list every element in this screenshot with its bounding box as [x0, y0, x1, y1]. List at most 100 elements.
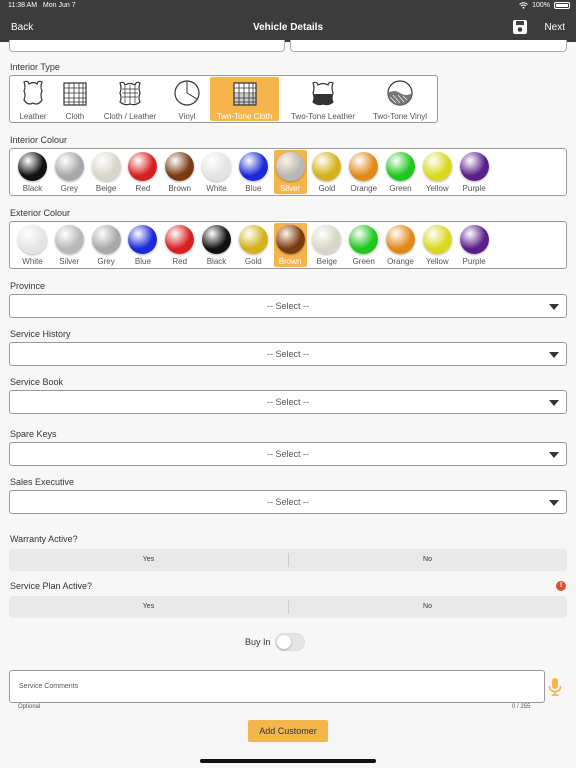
interior-type-picker: Leather Cloth Cloth / Leather Vinyl Two-… [9, 75, 438, 123]
status-bar: 11:38 AM Mon Jun 7 100% [0, 0, 576, 12]
interior-colour-picker: Black Grey Beige Red Brown White Blue Silver Gol… [9, 148, 567, 196]
colour-swatch [91, 152, 121, 181]
service-plan-no-button[interactable]: No [288, 596, 567, 618]
colour-swatch [349, 152, 379, 181]
colour-swatch [275, 225, 305, 254]
warranty-no-button[interactable]: No [288, 549, 567, 571]
colour-swatch [386, 225, 415, 254]
colour-label: Silver [280, 184, 301, 193]
scrolled-field-left[interactable] [9, 40, 285, 52]
scrolled-field-right[interactable] [290, 40, 567, 52]
colour-swatch [459, 225, 489, 254]
colour-label: White [22, 257, 43, 266]
colour-swatch [165, 152, 195, 181]
colour-label: Yellow [425, 257, 449, 266]
interior-option-cloth[interactable]: Cloth [60, 77, 90, 121]
colour-label: Red [172, 257, 188, 266]
vinyl-icon [174, 80, 200, 106]
colour-swatch [18, 225, 47, 254]
colour-swatch [422, 152, 452, 181]
sales-executive-select[interactable]: -- Select -- [9, 490, 567, 514]
interior-option-two-tone-cloth[interactable]: Two-Tone Cloth [210, 77, 279, 121]
interior-type-label: Interior Type [10, 62, 60, 72]
interior-option-two-tone-leather[interactable]: Two-Tone Leather [286, 77, 360, 121]
interior-option-vinyl[interactable]: Vinyl [170, 77, 204, 121]
status-time: 11:38 AM [8, 2, 38, 9]
colour-label: Purple [462, 257, 486, 266]
colour-label: Red [135, 184, 151, 193]
interior-option-label: Vinyl [178, 112, 196, 121]
interior-option-label: Cloth / Leather [103, 112, 157, 121]
buy-in-toggle[interactable] [275, 633, 305, 651]
service-comments-field[interactable]: Service Comments [9, 670, 545, 703]
colour-label: Green [389, 184, 412, 193]
two-tone-leather-icon [312, 81, 334, 106]
colour-swatch [128, 225, 158, 254]
chevron-down-icon [549, 352, 559, 358]
colour-label: Blue [245, 184, 262, 193]
colour-label: Brown [278, 257, 302, 266]
service-book-label: Service Book [10, 377, 64, 387]
interior-option-label: Two-Tone Vinyl [372, 112, 428, 121]
alert-icon[interactable]: ! [556, 581, 566, 591]
comments-placeholder: Service Comments [19, 683, 79, 690]
warranty-label: Warranty Active? [10, 534, 78, 544]
colour-label: Beige [316, 257, 338, 266]
exterior-colour-picker: White Silver Grey Blue Red Black Gold Brown Beig… [9, 221, 567, 269]
colour-label: Purple [462, 184, 486, 193]
interior-option-label: Two-Tone Cloth [216, 112, 273, 121]
interior-option-label: Two-Tone Leather [290, 112, 356, 121]
chevron-down-icon [549, 304, 559, 310]
colour-label: Orange [387, 257, 414, 266]
colour-swatch [386, 152, 415, 181]
next-button[interactable]: Next [544, 22, 565, 33]
service-book-select[interactable]: -- Select -- [9, 390, 567, 414]
status-date: Mon Jun 7 [42, 2, 76, 9]
province-label: Province [10, 281, 46, 291]
interior-option-two-tone-vinyl[interactable]: Two-Tone Vinyl [366, 77, 434, 121]
warranty-segmented-control: Yes No [9, 549, 567, 571]
colour-label: Green [352, 257, 375, 266]
toggle-knob [277, 635, 291, 649]
leather-icon [23, 80, 43, 105]
microphone-icon[interactable] [548, 678, 562, 696]
colour-label: Orange [350, 184, 378, 193]
colour-label: Silver [59, 257, 80, 266]
spare-keys-label: Spare Keys [10, 429, 57, 439]
interior-option-leather[interactable]: Leather [12, 77, 54, 121]
chevron-down-icon [549, 500, 559, 506]
nav-bar: Back Vehicle Details Next [0, 12, 576, 42]
exterior-colour-label: Exterior Colour [10, 208, 71, 218]
select-value: -- Select -- [266, 397, 309, 407]
service-plan-yes-button[interactable]: Yes [9, 596, 288, 618]
service-history-select[interactable]: -- Select -- [9, 342, 567, 366]
save-icon[interactable] [512, 19, 528, 35]
select-value: -- Select -- [266, 349, 309, 359]
colour-label: Gold [244, 257, 262, 266]
colour-swatch [459, 152, 489, 181]
colour-swatch [91, 225, 121, 254]
warranty-yes-button[interactable]: Yes [9, 549, 288, 571]
colour-label: White [206, 184, 227, 193]
colour-label: Black [22, 184, 43, 193]
select-value: -- Select -- [266, 497, 309, 507]
select-value: -- Select -- [266, 301, 309, 311]
add-customer-button[interactable]: Add Customer [248, 720, 328, 742]
colour-label: Blue [134, 257, 151, 266]
colour-swatch [54, 225, 84, 254]
province-select[interactable]: -- Select -- [9, 294, 567, 318]
interior-option-cloth-leather[interactable]: Cloth / Leather [98, 77, 162, 121]
interior-option-label: Cloth [65, 112, 85, 121]
colour-swatch [312, 225, 342, 254]
colour-label: Yellow [425, 184, 449, 193]
colour-swatch [54, 152, 84, 181]
colour-label: Brown [168, 184, 192, 193]
page-title: Vehicle Details [252, 22, 324, 33]
spare-keys-select[interactable]: -- Select -- [9, 442, 567, 466]
colour-label: Grey [60, 184, 78, 193]
colour-swatch [128, 152, 158, 181]
colour-label: Grey [97, 257, 115, 266]
character-count: 0 / 255 [512, 704, 531, 710]
chevron-down-icon [549, 452, 559, 458]
chevron-down-icon [549, 400, 559, 406]
